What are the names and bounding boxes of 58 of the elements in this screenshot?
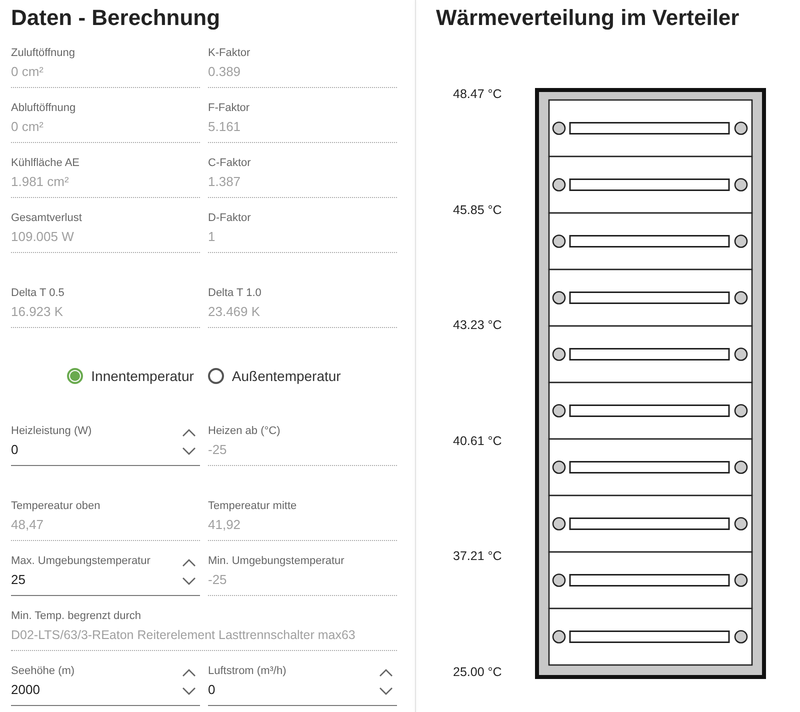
field-label: Seehöhe (m)	[11, 664, 75, 678]
field-value: 1.981 cm²	[11, 173, 69, 191]
field-value: D02-LTS/63/3-REaton Reiterelement Lasttrennschalter max63	[11, 627, 356, 644]
field-value: 5.161	[208, 118, 241, 136]
radio-button[interactable]	[67, 368, 84, 384]
field-value: -25	[208, 571, 227, 589]
radio-button[interactable]	[208, 368, 224, 384]
field-value: 23.469 K	[208, 303, 260, 321]
field-value: 1	[208, 228, 216, 246]
radio-option[interactable]: Innentemperatur	[67, 368, 194, 384]
section-title: Wärmeverteilung im Verteiler	[436, 5, 740, 31]
field-label: Heizen ab (°C)	[208, 424, 280, 438]
field-label: Tempereatur oben	[11, 499, 100, 513]
field-label: Delta T 0.5	[11, 286, 64, 300]
field-value: 109.005 W	[11, 228, 74, 246]
field-value: 41,92	[208, 516, 241, 534]
field-label: Abluftöffnung	[11, 101, 76, 115]
field-value: 0 cm²	[11, 118, 44, 136]
field-label: Kühlfläche AE	[11, 156, 80, 170]
field-value: 48,47	[11, 516, 44, 534]
field-label: Tempereatur mitte	[208, 499, 297, 513]
spinner-icon[interactable]	[379, 669, 393, 695]
field-value: 16.923 K	[11, 303, 64, 321]
field-label: Max. Umgebungstemperatur	[11, 554, 150, 568]
field-label: Delta T 1.0	[208, 286, 262, 300]
number-input-field[interactable]: Seehöhe (m) 2000	[11, 664, 200, 706]
field-value: 0.389	[208, 63, 241, 81]
number-input-field[interactable]: Heizleistung (W) 0	[11, 424, 200, 466]
field-label: D-Faktor	[208, 211, 251, 225]
field-label: Gesamtverlust	[11, 211, 82, 225]
field-label: Min. Temp. begrenzt durch	[11, 609, 142, 623]
field-value: 0 cm²	[11, 63, 44, 81]
number-input-field[interactable]: Max. Umgebungstemperatur 25	[11, 554, 200, 596]
field-value: 1.387	[208, 173, 241, 191]
field-label: Heizleistung (W)	[11, 424, 92, 438]
temperature-label: 37.21 °C	[453, 548, 502, 566]
temperature-label: 43.23 °C	[453, 317, 502, 334]
field-value: 2000	[11, 681, 40, 699]
number-input-field[interactable]: Luftstrom (m³/h) 0	[208, 664, 397, 706]
spinner-icon[interactable]	[182, 669, 196, 695]
field-label: K-Faktor	[208, 46, 250, 60]
spinner-icon[interactable]	[182, 429, 196, 455]
temperature-label: 45.85 °C	[453, 202, 502, 219]
field-value: 0	[11, 441, 18, 459]
field-value: 0	[208, 681, 216, 699]
temperature-label: 40.61 °C	[453, 432, 502, 450]
field-value: -25	[208, 441, 227, 459]
temperature-label: 25.00 °C	[453, 664, 502, 681]
section-title: Daten - Berechnung	[11, 5, 220, 31]
field-label: C-Faktor	[208, 156, 251, 170]
field-label: Luftstrom (m³/h)	[208, 664, 286, 678]
spinner-icon[interactable]	[182, 559, 196, 585]
radio-option[interactable]: Außentemperatur	[208, 368, 341, 384]
temperature-label: 48.47 °C	[453, 86, 502, 103]
field-value: 25	[11, 571, 26, 589]
field-label: F-Faktor	[208, 101, 250, 115]
field-label: Zuluftöffnung	[11, 46, 76, 60]
field-label: Min. Umgebungstemperatur	[208, 554, 344, 568]
